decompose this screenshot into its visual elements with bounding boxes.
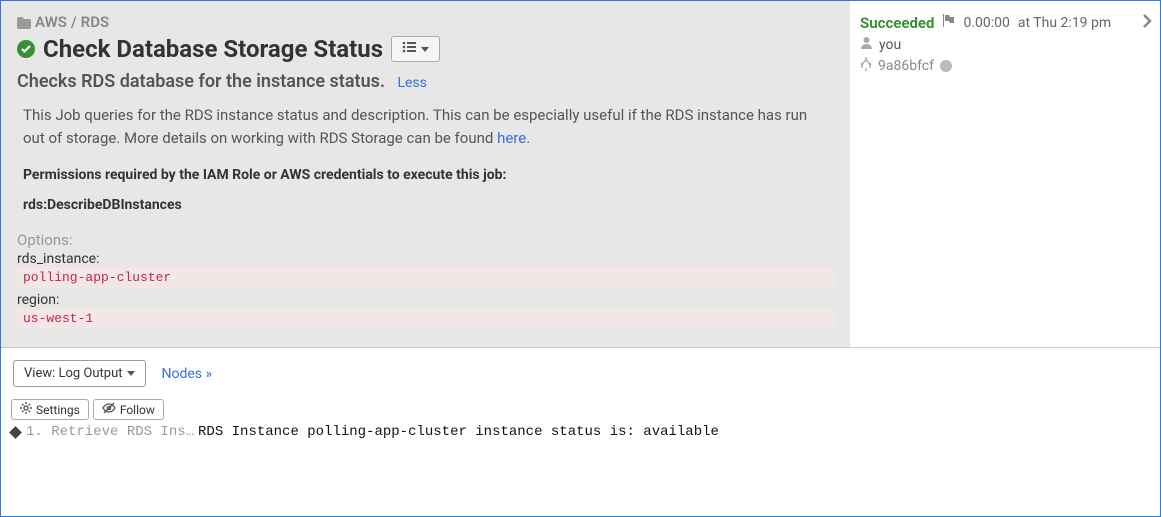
- nodes-link[interactable]: Nodes »: [162, 366, 213, 382]
- option-value: polling-app-cluster: [17, 267, 834, 288]
- branch-icon: [860, 57, 872, 75]
- job-title: Check Database Storage Status: [43, 35, 383, 63]
- option-key: region:: [17, 292, 834, 308]
- less-toggle[interactable]: Less: [397, 75, 426, 91]
- log-step-name: 1. Retrieve RDS Ins…: [26, 424, 194, 440]
- folder-icon: [17, 13, 31, 31]
- status-badge: Succeeded: [860, 14, 934, 32]
- eye-slash-icon: [102, 402, 116, 417]
- flag-icon: [942, 14, 955, 31]
- view-mode-button[interactable]: View: Log Output: [13, 360, 146, 387]
- step-bullet-icon: [9, 426, 22, 439]
- breadcrumb-parent[interactable]: AWS: [35, 13, 67, 31]
- log-message: RDS Instance polling-app-cluster instanc…: [198, 424, 719, 440]
- commit-dot-icon: [940, 60, 952, 72]
- job-description: This Job queries for the RDS instance st…: [17, 104, 834, 149]
- permissions-item: rds:DescribeDBInstances: [17, 197, 834, 213]
- commit-hash[interactable]: 9a86bfcf: [878, 58, 934, 74]
- user-icon: [860, 36, 873, 53]
- follow-button[interactable]: Follow: [93, 399, 164, 420]
- option-key: rds_instance:: [17, 251, 834, 267]
- breadcrumb: AWS / RDS: [17, 13, 834, 31]
- breadcrumb-child[interactable]: RDS: [81, 13, 109, 31]
- timestamp: at Thu 2:19 pm: [1018, 15, 1111, 31]
- job-actions-button[interactable]: [391, 36, 440, 62]
- caret-down-icon: [127, 371, 135, 376]
- duration: 0.00:00: [963, 15, 1009, 31]
- log-line[interactable]: 1. Retrieve RDS Ins… RDS Instance pollin…: [1, 422, 1160, 446]
- view-mode-label: View: Log Output: [24, 366, 123, 381]
- option-value: us-west-1: [17, 308, 834, 329]
- list-icon: [402, 41, 417, 57]
- permissions-heading: Permissions required by the IAM Role or …: [17, 167, 834, 183]
- chevron-right-icon[interactable]: [1143, 13, 1152, 32]
- breadcrumb-sep: /: [71, 13, 77, 31]
- settings-button[interactable]: Settings: [11, 399, 89, 420]
- run-user: you: [879, 37, 901, 53]
- options-label: Options:: [17, 231, 834, 249]
- caret-down-icon: [421, 47, 429, 52]
- description-link[interactable]: here: [497, 129, 526, 147]
- success-check-icon: [17, 40, 35, 58]
- job-subtitle: Checks RDS database for the instance sta…: [17, 71, 385, 92]
- gear-icon: [20, 402, 32, 417]
